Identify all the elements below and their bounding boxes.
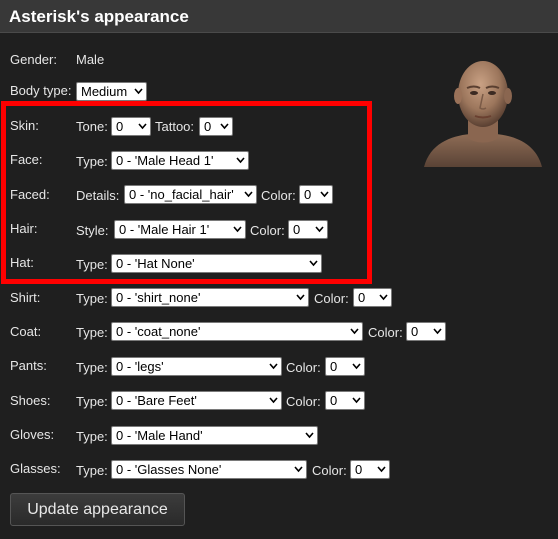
shirt-type-value: 0 - 'shirt_none': [116, 290, 201, 305]
shoes-type-value: 0 - 'Bare Feet': [116, 393, 197, 408]
chevron-down-icon: [269, 397, 278, 404]
shirt-label: Shirt:: [10, 290, 41, 305]
chevron-down-icon: [305, 432, 314, 439]
glasses-label: Glasses:: [10, 461, 61, 476]
chevron-down-icon: [352, 397, 361, 404]
shoes-color-value: 0: [330, 393, 338, 408]
chevron-down-icon: [379, 294, 388, 301]
coat-label: Coat:: [10, 324, 42, 339]
highlight-box: [1, 101, 372, 284]
gloves-type-label: Type:: [76, 429, 108, 444]
shoes-type-label: Type:: [76, 394, 108, 409]
avatar: [420, 52, 546, 167]
window-title: Asterisk's appearance: [9, 7, 189, 26]
glasses-type-label: Type:: [76, 463, 108, 478]
coat-type-value: 0 - 'coat_none': [116, 324, 201, 339]
coat-color-select[interactable]: 0: [406, 322, 446, 341]
pants-color-select[interactable]: 0: [325, 357, 365, 376]
coat-color-label: Color:: [368, 325, 403, 340]
body-type-label: Body type:: [10, 83, 72, 98]
shoes-type-select[interactable]: 0 - 'Bare Feet': [111, 391, 282, 410]
coat-type-label: Type:: [76, 325, 108, 340]
body-type-value: Medium: [81, 84, 128, 99]
coat-color-value: 0: [411, 324, 419, 339]
shoes-label: Shoes:: [10, 393, 51, 408]
title-bar: Asterisk's appearance: [0, 0, 558, 33]
shoes-color-select[interactable]: 0: [325, 391, 365, 410]
shoes-color-label: Color:: [286, 394, 321, 409]
shirt-type-label: Type:: [76, 291, 108, 306]
body-type-select[interactable]: Medium: [76, 82, 147, 101]
glasses-color-label: Color:: [312, 463, 347, 478]
gender-label: Gender:: [10, 52, 57, 67]
chevron-down-icon: [269, 363, 278, 370]
glasses-color-select[interactable]: 0: [350, 460, 390, 479]
chevron-down-icon: [377, 466, 386, 473]
chevron-down-icon: [433, 328, 442, 335]
shirt-type-select[interactable]: 0 - 'shirt_none': [111, 288, 309, 307]
chevron-down-icon: [350, 328, 359, 335]
pants-type-label: Type:: [76, 360, 108, 375]
coat-type-select[interactable]: 0 - 'coat_none': [111, 322, 363, 341]
pants-label: Pants:: [10, 358, 47, 373]
character-head-portrait-icon: [424, 61, 542, 167]
gloves-type-select[interactable]: 0 - 'Male Hand': [111, 426, 318, 445]
glasses-color-value: 0: [355, 462, 363, 477]
gloves-label: Gloves:: [10, 427, 55, 442]
glasses-type-select[interactable]: 0 - 'Glasses None': [111, 460, 307, 479]
gloves-type-value: 0 - 'Male Hand': [116, 428, 203, 443]
shirt-color-label: Color:: [314, 291, 349, 306]
chevron-down-icon: [352, 363, 361, 370]
shirt-color-value: 0: [358, 290, 366, 305]
gender-value: Male: [76, 52, 105, 67]
glasses-type-value: 0 - 'Glasses None': [116, 462, 222, 477]
shirt-color-select[interactable]: 0: [353, 288, 392, 307]
pants-type-value: 0 - 'legs': [116, 359, 164, 374]
update-appearance-button[interactable]: Update appearance: [10, 493, 185, 526]
chevron-down-icon: [296, 294, 305, 301]
chevron-down-icon: [294, 466, 303, 473]
pants-color-label: Color:: [286, 360, 321, 375]
chevron-down-icon: [134, 88, 143, 95]
pants-color-value: 0: [330, 359, 338, 374]
pants-type-select[interactable]: 0 - 'legs': [111, 357, 282, 376]
